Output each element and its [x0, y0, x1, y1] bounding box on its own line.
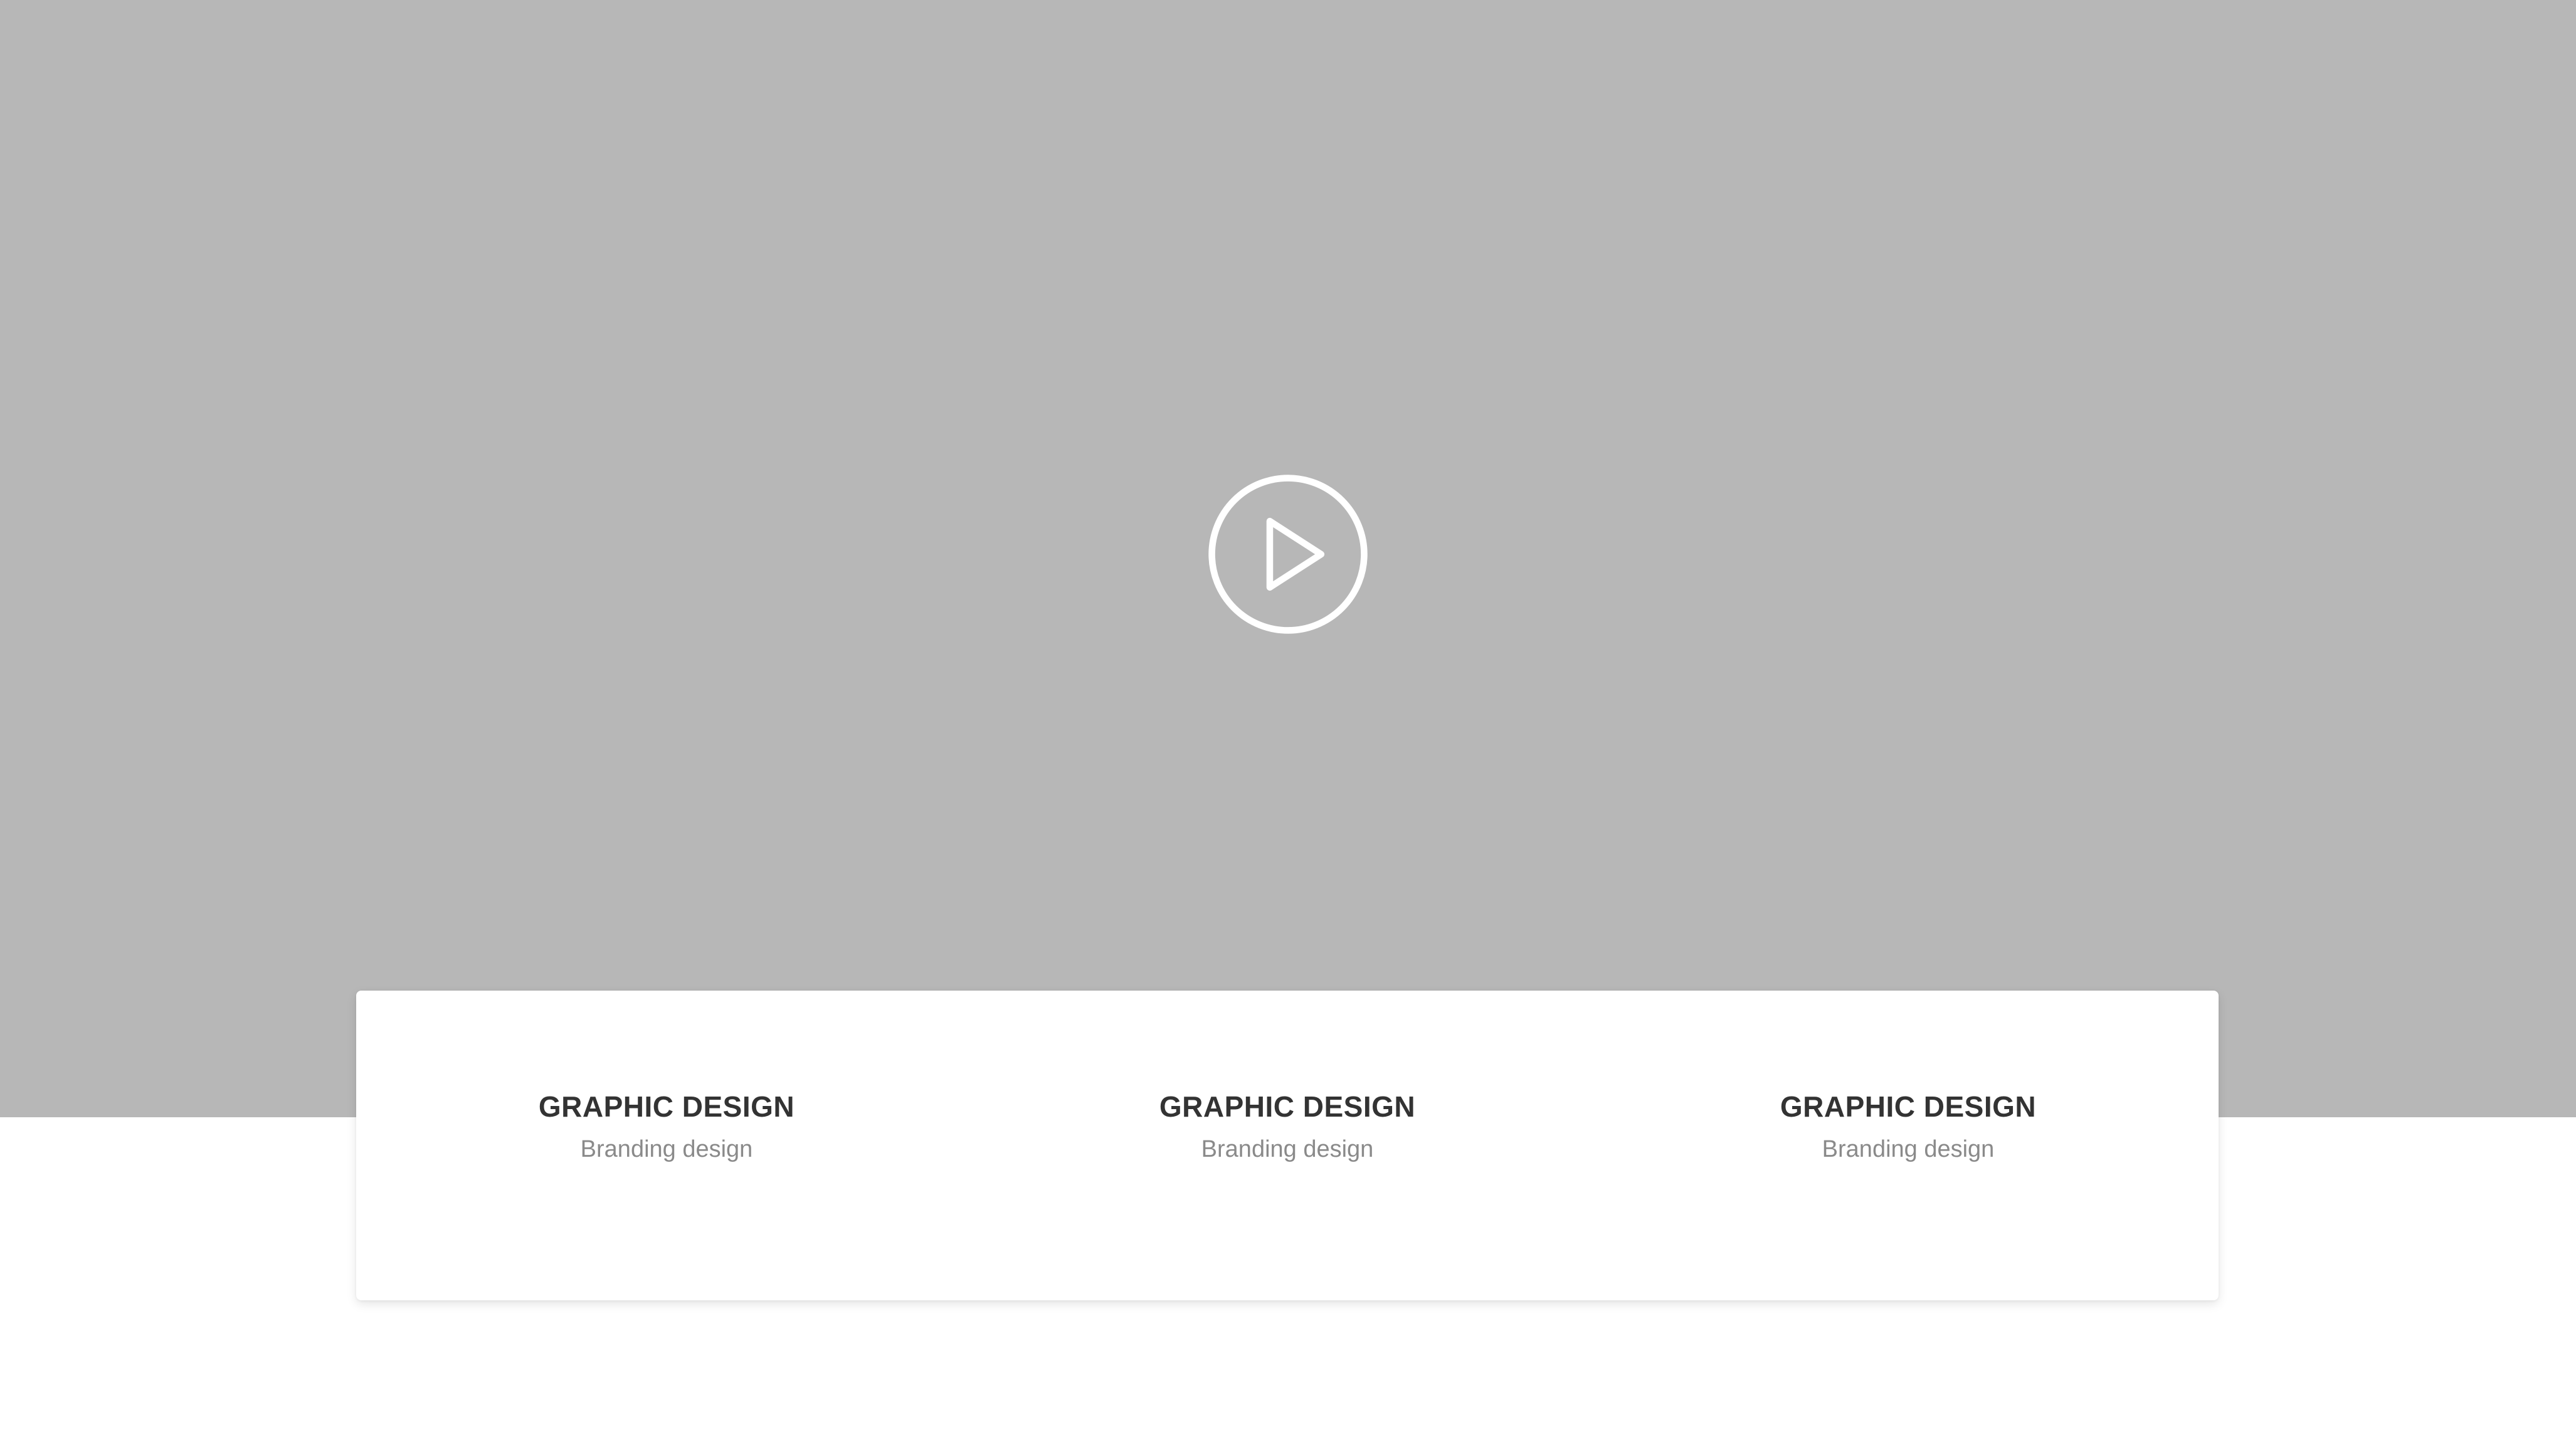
play-circle-icon — [1208, 475, 1368, 634]
service-subtitle: Branding design — [1201, 1136, 1374, 1163]
service-item[interactable]: GRAPHIC DESIGN Branding design — [1598, 991, 2219, 1300]
play-button[interactable] — [1205, 471, 1371, 637]
service-subtitle: Branding design — [580, 1136, 753, 1163]
service-title: GRAPHIC DESIGN — [1159, 1090, 1416, 1123]
services-card: GRAPHIC DESIGN Branding design GRAPHIC D… — [356, 991, 2219, 1300]
service-item[interactable]: GRAPHIC DESIGN Branding design — [356, 991, 977, 1300]
video-hero — [0, 0, 2576, 1117]
service-title: GRAPHIC DESIGN — [538, 1090, 795, 1123]
service-item[interactable]: GRAPHIC DESIGN Branding design — [977, 991, 1598, 1300]
service-subtitle: Branding design — [1822, 1136, 1995, 1163]
service-title: GRAPHIC DESIGN — [1780, 1090, 2037, 1123]
